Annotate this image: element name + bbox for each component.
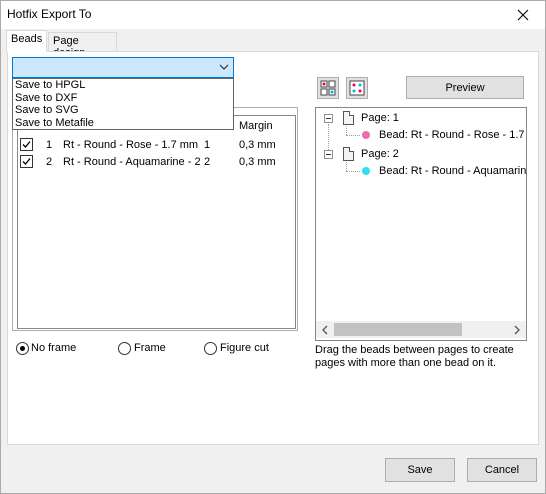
page-icon (343, 111, 354, 125)
arrange-pages-button[interactable] (317, 77, 339, 99)
drag-hint-text: Drag the beads between pages to create p… (315, 344, 514, 369)
radio-no-frame[interactable] (16, 342, 29, 355)
merge-pages-icon (349, 80, 365, 96)
tab-beads[interactable]: Beads (6, 30, 47, 52)
page-1-collapse-toggle[interactable] (324, 114, 333, 123)
bead-aquamarine-icon (362, 167, 370, 175)
column-header-margin: Margin (239, 120, 273, 132)
scroll-right-icon[interactable] (512, 325, 522, 335)
tree-bead-2[interactable]: Bead: Rt - Round - Aquamarin (379, 165, 526, 177)
pages-tree[interactable]: Page: 1 Bead: Rt - Round - Rose - 1.7 Pa… (315, 107, 527, 341)
tree-bead-1[interactable]: Bead: Rt - Round - Rose - 1.7 (379, 129, 525, 141)
bead-rose-icon (362, 131, 370, 139)
scroll-thumb[interactable] (334, 323, 462, 336)
window-title: Hotfix Export To (7, 7, 92, 21)
export-format-dropdown: Save to HPGL Save to DXF Save to SVG Sav… (12, 78, 234, 130)
save-button[interactable]: Save (385, 458, 455, 482)
radio-selected-dot (20, 346, 25, 351)
preview-button-label: Preview (445, 81, 485, 94)
row-2-number: 2 (46, 156, 53, 168)
option-save-to-metafile[interactable]: Save to Metafile (13, 117, 233, 130)
scroll-left-icon[interactable] (320, 325, 330, 335)
tree-horizontal-scrollbar[interactable] (316, 321, 526, 338)
radio-frame-label: Frame (134, 342, 166, 354)
cancel-button[interactable]: Cancel (467, 458, 537, 482)
page-icon (343, 147, 354, 161)
tree-line (346, 135, 360, 136)
export-format-select[interactable] (12, 57, 234, 78)
close-icon (517, 9, 529, 21)
row-1-margin: 0,3 mm (239, 139, 276, 151)
footer-area (1, 449, 545, 450)
radio-figure-cut[interactable] (204, 342, 217, 355)
radio-figure-cut-label: Figure cut (220, 342, 269, 354)
save-button-label: Save (407, 464, 433, 476)
tree-line (346, 126, 347, 135)
row-1-checkbox[interactable] (20, 138, 33, 151)
tree-page-2[interactable]: Page: 2 (361, 148, 399, 160)
tree-line (346, 171, 360, 172)
option-save-to-dxf[interactable]: Save to DXF (13, 92, 233, 105)
close-button[interactable] (501, 1, 545, 29)
row-2-quantity: 2 (204, 156, 211, 168)
title-bar: Hotfix Export To (1, 1, 545, 29)
row-1-quantity: 1 (204, 139, 211, 151)
tab-page-design[interactable]: Page design (48, 32, 117, 59)
preview-button[interactable]: Preview (406, 76, 524, 99)
option-save-to-hpgl[interactable]: Save to HPGL (13, 79, 233, 92)
cancel-button-label: Cancel (484, 464, 520, 476)
option-save-to-svg[interactable]: Save to SVG (13, 104, 233, 117)
checkmark-icon (22, 141, 31, 148)
export-dialog: Hotfix Export To Beads Page design Margi… (0, 0, 546, 494)
row-2-margin: 0,3 mm (239, 156, 276, 168)
tree-line (346, 162, 347, 171)
row-1-name: Rt - Round - Rose - 1.7 mm (63, 139, 199, 151)
row-2-checkbox[interactable] (20, 155, 33, 168)
checkmark-icon (22, 158, 31, 165)
row-1-number: 1 (46, 139, 53, 151)
tab-beads-label: Beads (11, 33, 43, 45)
merge-pages-button[interactable] (346, 77, 368, 99)
chevron-down-icon (219, 64, 229, 70)
radio-no-frame-label: No frame (31, 342, 77, 354)
radio-frame[interactable] (118, 342, 131, 355)
arrange-pages-icon (320, 80, 336, 96)
row-2-name: Rt - Round - Aquamarine - 2 (63, 156, 201, 168)
tree-page-1[interactable]: Page: 1 (361, 112, 399, 124)
page-2-collapse-toggle[interactable] (324, 150, 333, 159)
